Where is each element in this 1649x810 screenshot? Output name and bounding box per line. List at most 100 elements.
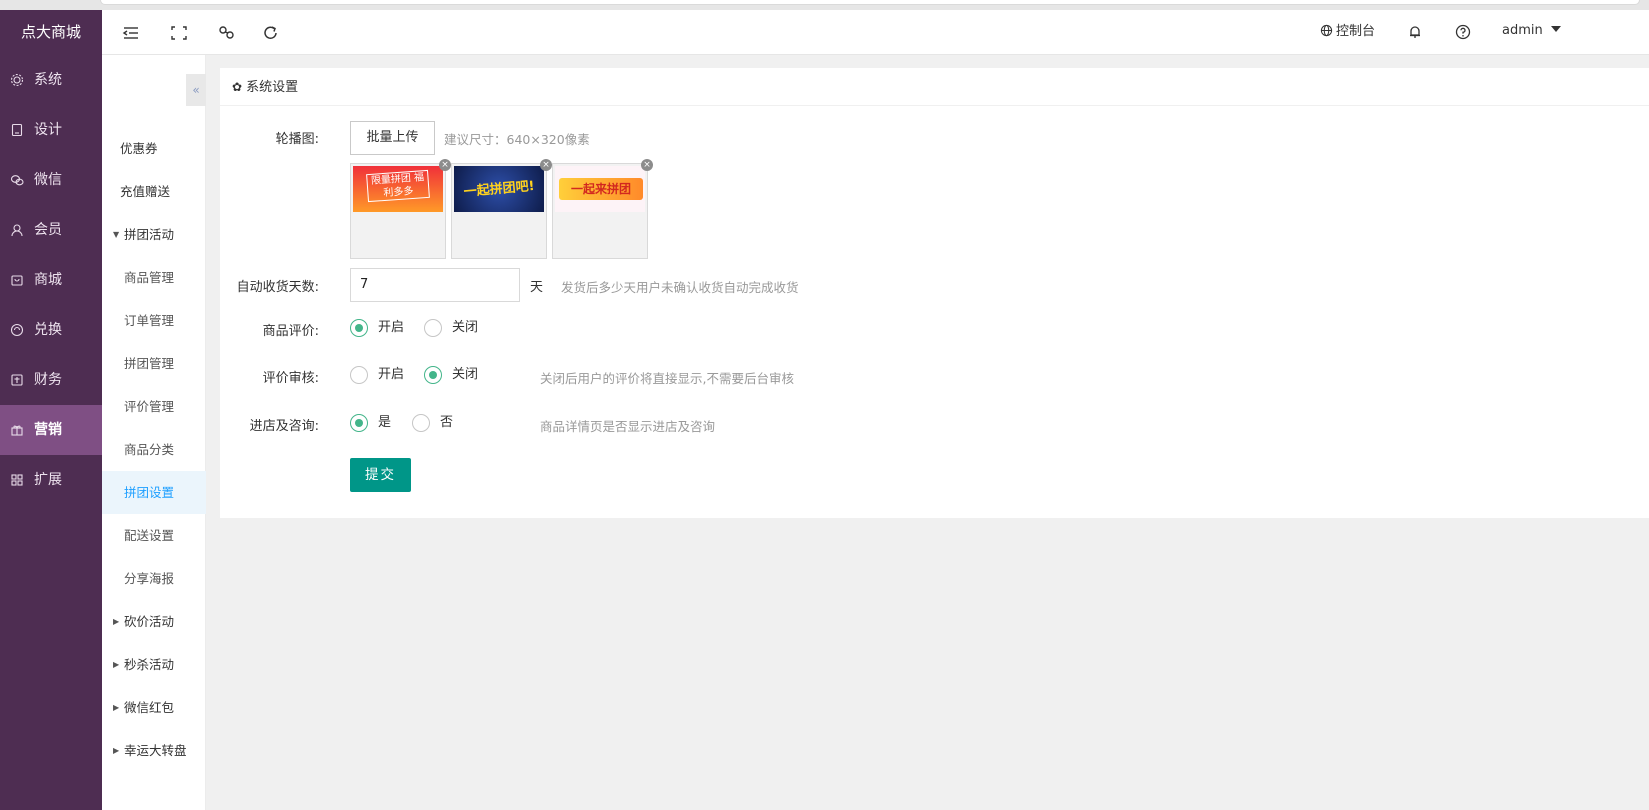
audit-hint: 关闭后用户的评价将直接显示,不需要后台审核 <box>540 371 794 386</box>
nav-item-9[interactable]: 扩展 <box>0 455 102 505</box>
sub-item-label: 幸运大转盘 <box>124 743 187 758</box>
days-unit: 天 <box>530 280 544 295</box>
sub-child-6[interactable]: 拼团设置 <box>102 471 206 514</box>
sub-group-closed-3[interactable]: ▶ 微信红包 <box>102 686 206 729</box>
carousel-image-2[interactable]: 一起拼团吧! × <box>451 159 552 259</box>
sub-group-pintuan[interactable]: ▼ 拼团活动 <box>102 213 206 256</box>
nav-item-8[interactable]: 营销 <box>0 405 102 455</box>
collapse-sidebar-button[interactable]: « <box>186 74 206 106</box>
shop-consult-yes-label: 是 <box>378 415 392 430</box>
shop-consult-no-radio[interactable]: 否 <box>412 413 453 433</box>
nav-item-7[interactable]: 财务 <box>0 355 102 405</box>
sub-child-8[interactable]: 分享海报 <box>102 557 206 600</box>
sub-item-1[interactable]: 优惠券 <box>102 127 206 170</box>
nav-item-label: 扩展 <box>34 472 62 488</box>
sub-item-label: 优惠券 <box>120 141 158 156</box>
menu-toggle-icon[interactable] <box>122 25 140 41</box>
sub-child-4[interactable]: 评价管理 <box>102 385 206 428</box>
carousel-image-1[interactable]: 限量拼团 福利多多 × <box>350 159 451 259</box>
nav-item-6[interactable]: 兑换 <box>0 305 102 355</box>
sub-item-label: 商品分类 <box>124 442 175 457</box>
carousel-image-2-picture: 一起拼团吧! <box>454 166 544 212</box>
delete-image-2-icon[interactable]: × <box>540 159 552 171</box>
review-off-radio[interactable]: 关闭 <box>424 318 478 338</box>
audit-off-label: 关闭 <box>452 367 479 382</box>
sub-item-label: 充值赠送 <box>120 184 171 199</box>
gear-icon: ✿ <box>232 80 243 94</box>
nav-item-2[interactable]: 设计 <box>0 105 102 155</box>
upload-hint: 建议尺寸：640×320像素 <box>444 132 590 147</box>
sub-group-closed-2[interactable]: ▶ 秒杀活动 <box>102 643 206 686</box>
carousel-image-3[interactable]: 一起来拼团 × <box>552 159 653 259</box>
sub-child-2[interactable]: 订单管理 <box>102 299 206 342</box>
nav-item-label: 微信 <box>34 172 62 188</box>
carousel-image-1-picture: 限量拼团 福利多多 <box>353 166 443 212</box>
panel-header: ✿ 系统设置 <box>220 68 1649 106</box>
nav-item-label: 财务 <box>34 372 62 388</box>
shop-consult-hint: 商品详情页是否显示进店及咨询 <box>540 419 716 434</box>
nav-item-4[interactable]: 会员 <box>0 205 102 255</box>
sub-item-label: 商品管理 <box>124 270 175 285</box>
bell-icon[interactable] <box>1406 24 1424 40</box>
review-on-radio[interactable]: 开启 <box>350 318 404 338</box>
caret-right-icon: ▶ <box>113 703 120 712</box>
shop-consult-yes-radio[interactable]: 是 <box>350 413 391 433</box>
submit-button[interactable]: 提交 <box>350 458 411 492</box>
gear-icon <box>10 73 24 87</box>
sub-child-5[interactable]: 商品分类 <box>102 428 206 471</box>
batch-upload-button[interactable]: 批量上传 <box>350 121 435 155</box>
gift-icon <box>11 425 23 436</box>
sub-child-7[interactable]: 配送设置 <box>102 514 206 557</box>
sub-item-label: 配送设置 <box>124 528 175 543</box>
caret-right-icon: ▶ <box>113 746 120 755</box>
help-icon[interactable] <box>1454 24 1472 40</box>
carousel-image-1-text: 限量拼团 福利多多 <box>366 169 430 203</box>
user-menu[interactable]: admin <box>1502 21 1561 41</box>
fullscreen-icon[interactable] <box>170 25 188 41</box>
console-label: 控制台 <box>1336 24 1376 39</box>
sub-child-3[interactable]: 拼团管理 <box>102 342 206 385</box>
refresh-icon[interactable] <box>262 25 280 41</box>
review-row: 商品评价: 开启 关闭 <box>220 318 1649 340</box>
sub-group-closed-1[interactable]: ▶ 砍价活动 <box>102 600 206 643</box>
user-icon <box>11 224 23 237</box>
nav-item-label: 系统 <box>34 72 62 88</box>
sub-child-1[interactable]: 商品管理 <box>102 256 206 299</box>
shop-consult-no-label: 否 <box>440 415 454 430</box>
sub-item-label: 订单管理 <box>124 313 175 328</box>
delete-image-1-icon[interactable]: × <box>439 159 451 171</box>
radio-unchecked-icon <box>350 366 368 384</box>
browser-strip <box>0 0 1649 10</box>
nav-item-5[interactable]: 商城 <box>0 255 102 305</box>
console-link[interactable]: 控制台 <box>1320 22 1375 42</box>
username: admin <box>1502 23 1543 38</box>
carousel-row: 轮播图: 批量上传 建议尺寸：640×320像素 限量拼团 福利多多 × 一起拼… <box>220 121 1649 261</box>
delete-image-3-icon[interactable]: × <box>641 159 653 171</box>
review-off-label: 关闭 <box>452 320 479 335</box>
auto-receive-row: 自动收货天数: 7 天 发货后多少天用户未确认收货自动完成收货 <box>220 268 1649 304</box>
sub-item-2[interactable]: 充值赠送 <box>102 170 206 213</box>
sub-item-label: 微信红包 <box>124 700 175 715</box>
wechat-icon <box>10 175 24 186</box>
auto-receive-days-input[interactable]: 7 <box>350 268 520 302</box>
sub-group-closed-4[interactable]: ▶ 幸运大转盘 <box>102 729 206 772</box>
sub-item-label: 秒杀活动 <box>124 657 175 672</box>
panel-title: 系统设置 <box>246 80 299 95</box>
link-icon[interactable] <box>218 25 236 41</box>
nav-item-label: 兑换 <box>34 322 62 338</box>
nav-item-1[interactable]: 系统 <box>0 55 102 105</box>
audit-on-label: 开启 <box>378 367 405 382</box>
brand-logo[interactable]: 点大商城 <box>0 10 102 55</box>
bag-icon <box>11 275 23 286</box>
settings-panel: ✿ 系统设置 轮播图: 批量上传 建议尺寸：640×320像素 限量拼团 福利多多… <box>220 68 1649 518</box>
auto-receive-hint: 发货后多少天用户未确认收货自动完成收货 <box>561 280 799 295</box>
carousel-image-2-text: 一起拼团吧! <box>463 178 536 201</box>
sub-item-label: 拼团活动 <box>124 227 175 242</box>
main-sidebar: 点大商城 系统设计微信会员 商城兑换财务营销扩展 <box>0 10 102 810</box>
nav-item-label: 营销 <box>34 422 62 438</box>
audit-off-radio[interactable]: 关闭 <box>424 365 478 385</box>
nav-item-3[interactable]: 微信 <box>0 155 102 205</box>
address-bar <box>100 0 1640 5</box>
audit-on-radio[interactable]: 开启 <box>350 365 404 385</box>
carousel-image-3-text: 一起来拼团 <box>559 178 643 200</box>
